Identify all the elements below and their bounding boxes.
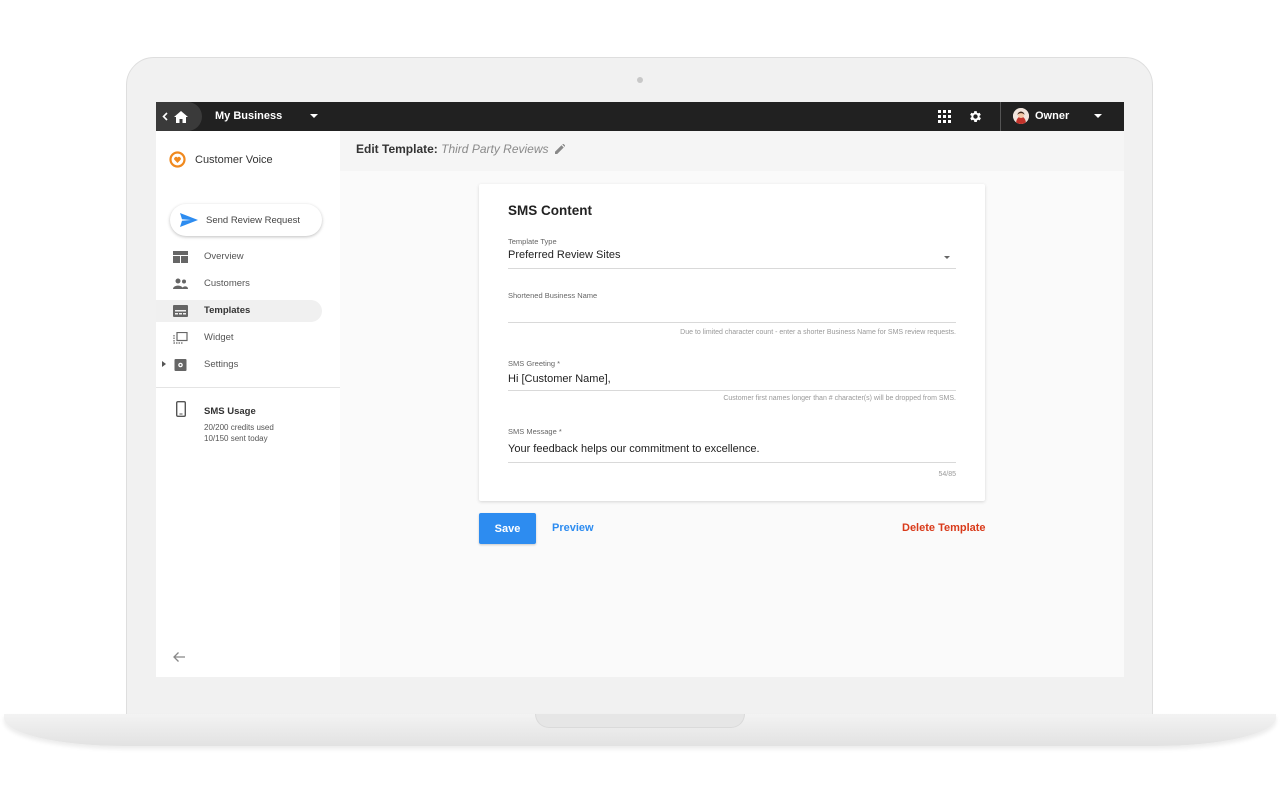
laptop-notch xyxy=(535,714,745,728)
sidebar-divider xyxy=(156,387,340,388)
field-underline xyxy=(508,268,956,269)
save-button[interactable]: Save xyxy=(479,513,536,544)
sidebar-item-label: Settings xyxy=(204,359,239,370)
page-title: Edit Template: Third Party Reviews xyxy=(356,142,549,156)
sidebar-item-label: Widget xyxy=(204,332,234,343)
phone-icon xyxy=(176,401,186,417)
template-type-select[interactable]: Preferred Review Sites xyxy=(508,249,621,261)
pencil-icon[interactable] xyxy=(555,144,565,154)
send-review-request-button[interactable]: Send Review Request xyxy=(170,204,322,236)
user-photo-icon xyxy=(1013,108,1029,124)
short-name-label: Shortened Business Name xyxy=(508,291,598,300)
delete-template-button[interactable]: Delete Template xyxy=(902,522,986,534)
sms-usage-title: SMS Usage xyxy=(204,406,256,417)
sidebar-item-widget[interactable]: Widget xyxy=(156,327,322,349)
user-dropdown-icon[interactable] xyxy=(1094,114,1102,118)
sidebar-item-label: Customers xyxy=(204,278,250,289)
sidebar-item-templates[interactable]: Templates xyxy=(156,300,322,322)
topbar-divider xyxy=(1000,102,1001,131)
top-bar: My Business Owner xyxy=(156,102,1124,131)
send-icon xyxy=(180,213,198,227)
apps-grid-icon[interactable] xyxy=(938,110,951,123)
user-name[interactable]: Owner xyxy=(1035,110,1069,122)
edit-template-label: Edit Template: xyxy=(356,142,438,156)
business-dropdown-icon[interactable] xyxy=(310,114,318,118)
template-name: Third Party Reviews xyxy=(441,142,549,156)
greeting-input[interactable]: Hi [Customer Name], xyxy=(508,373,611,385)
sidebar-item-customers[interactable]: Customers xyxy=(156,273,322,295)
camera-dot xyxy=(637,77,643,83)
avatar[interactable] xyxy=(1013,108,1029,124)
sms-credits-used: 20/200 credits used xyxy=(204,423,274,432)
template-icon xyxy=(173,305,188,317)
sidebar-item-label: Templates xyxy=(204,305,251,316)
field-underline xyxy=(508,390,956,391)
field-underline xyxy=(508,462,956,463)
sidebar-item-label: Overview xyxy=(204,251,244,262)
product-title: Customer Voice xyxy=(195,154,273,166)
field-underline xyxy=(508,322,956,323)
gear-icon[interactable] xyxy=(968,109,983,124)
customer-voice-logo-icon xyxy=(169,151,186,168)
home-icon xyxy=(174,110,188,123)
sms-sent-today: 10/150 sent today xyxy=(204,434,268,443)
sidebar-item-settings[interactable]: Settings xyxy=(156,354,322,376)
message-char-counter: 54/85 xyxy=(938,471,956,478)
expand-caret-icon[interactable] xyxy=(162,361,166,367)
card-title: SMS Content xyxy=(508,203,592,218)
message-input[interactable]: Your feedback helps our commitment to ex… xyxy=(508,443,760,455)
greeting-hint: Customer first names longer than # chara… xyxy=(723,395,956,402)
send-review-request-label: Send Review Request xyxy=(206,214,300,226)
home-button[interactable] xyxy=(156,102,202,131)
template-type-label: Template Type xyxy=(508,237,557,246)
preview-button[interactable]: Preview xyxy=(552,522,594,534)
sidebar: Customer Voice Send Review Request Overv… xyxy=(156,131,340,677)
people-icon xyxy=(173,278,188,289)
chevron-left-icon xyxy=(162,112,168,121)
sms-content-card: SMS Content Template Type Preferred Revi… xyxy=(479,184,985,501)
settings-icon xyxy=(174,359,187,371)
widget-icon xyxy=(173,332,188,344)
dashboard-icon xyxy=(173,251,188,263)
business-name[interactable]: My Business xyxy=(215,110,282,122)
short-name-hint: Due to limited character count - enter a… xyxy=(680,329,956,336)
greeting-label: SMS Greeting * xyxy=(508,359,561,368)
app-screen: My Business Owner Customer Voice Send Re… xyxy=(156,102,1124,677)
message-label: SMS Message * xyxy=(508,427,562,436)
arrow-left-icon[interactable] xyxy=(172,651,186,663)
chevron-down-icon[interactable] xyxy=(944,256,950,259)
sidebar-item-overview[interactable]: Overview xyxy=(156,246,322,268)
